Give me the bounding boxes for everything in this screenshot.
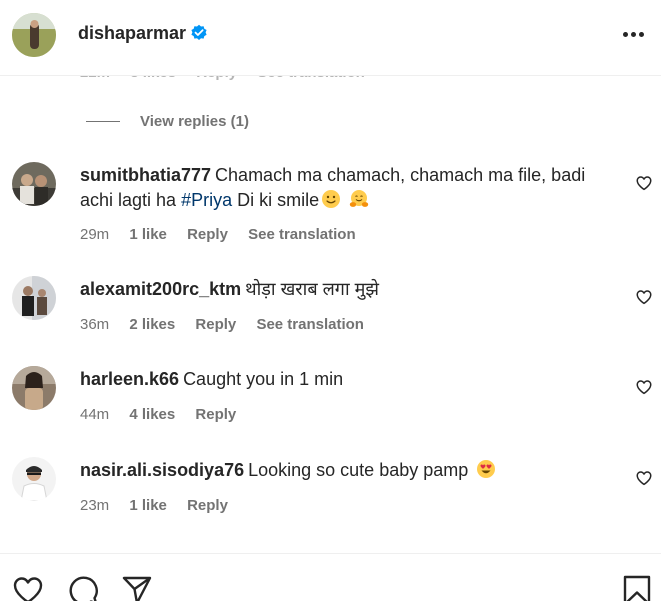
more-options-dot	[630, 31, 636, 37]
share-icon[interactable]	[121, 574, 153, 601]
instagram-post-comments: 22m 3 likes Reply See translation dishap…	[0, 0, 661, 601]
comment-icon[interactable]	[67, 574, 99, 601]
comment-text-part: Di ki smile	[232, 190, 320, 210]
see-translation-button[interactable]: See translation	[248, 226, 356, 243]
commenter-avatar[interactable]	[12, 366, 56, 410]
comment-meta: 29m 1 like Reply See translation	[80, 226, 372, 243]
heart-icon[interactable]	[635, 288, 653, 306]
heart-eyes-face-icon	[477, 460, 496, 478]
commenter-username[interactable]: alexamit200rc_ktm	[80, 279, 241, 299]
comment-text-part: थोड़ा खराब लगा मुझे	[245, 279, 379, 299]
comment-likes-count[interactable]: 1 like	[129, 497, 167, 514]
comment-text-part: Looking so cute baby pamp	[248, 460, 469, 480]
comment-text: sumitbhatia777 Chamach ma chamach, chamac…	[80, 163, 620, 213]
heart-icon[interactable]	[635, 378, 653, 396]
reply-button[interactable]: Reply	[195, 406, 236, 423]
comment-time: 29m	[80, 226, 110, 243]
heart-icon[interactable]	[635, 469, 653, 487]
slightly-smiling-face-icon	[322, 190, 341, 208]
commenter-avatar[interactable]	[12, 162, 56, 206]
post-header: dishaparmar	[0, 0, 661, 76]
author-avatar[interactable]	[12, 13, 56, 57]
verified-badge-icon	[191, 24, 207, 40]
comment-time: 23m	[80, 497, 110, 514]
reply-button[interactable]: Reply	[195, 316, 236, 333]
commenter-avatar[interactable]	[12, 276, 56, 320]
bookmark-icon[interactable]	[621, 574, 653, 601]
comment-text: harleen.k66 Caught you in 1 min	[80, 367, 620, 392]
hashtag-link[interactable]: #Priya	[181, 190, 232, 210]
comment-meta: 36m 2 likes Reply See translation	[80, 316, 380, 333]
comment-meta: 44m 4 likes Reply	[80, 406, 252, 423]
view-replies-label[interactable]: View replies (1)	[140, 113, 249, 130]
more-options-dot	[638, 31, 644, 37]
replies-divider-line	[86, 120, 120, 122]
commenter-username[interactable]: nasir.ali.sisodiya76	[80, 460, 244, 480]
comment-text: alexamit200rc_ktm थोड़ा खराब लगा मुझे	[80, 277, 620, 302]
more-options-button[interactable]	[618, 24, 648, 44]
comment-text: nasir.ali.sisodiya76 Looking so cute baby…	[80, 458, 620, 483]
reply-button[interactable]: Reply	[187, 226, 228, 243]
comment-meta: 23m 1 like Reply	[80, 497, 244, 514]
comment-likes-count[interactable]: 4 likes	[129, 406, 175, 423]
comment-likes-count[interactable]: 2 likes	[129, 316, 175, 333]
see-translation-button[interactable]: See translation	[256, 316, 364, 333]
commenter-username[interactable]: sumitbhatia777	[80, 165, 211, 185]
comment-likes-count[interactable]: 1 like	[129, 226, 167, 243]
like-heart-icon[interactable]	[12, 574, 44, 601]
commenter-avatar[interactable]	[12, 457, 56, 501]
commenter-username[interactable]: harleen.k66	[80, 369, 179, 389]
comment-time: 36m	[80, 316, 110, 333]
reply-button[interactable]: Reply	[187, 497, 228, 514]
post-action-bar	[0, 553, 661, 601]
author-username[interactable]: dishaparmar	[78, 23, 186, 44]
hugging-face-icon	[349, 190, 369, 207]
more-options-icon	[622, 31, 628, 37]
comment-text-part: Caught you in 1 min	[183, 369, 344, 389]
view-replies-toggle[interactable]: View replies (1)	[86, 110, 249, 132]
heart-icon[interactable]	[635, 174, 653, 192]
comment-time: 44m	[80, 406, 110, 423]
